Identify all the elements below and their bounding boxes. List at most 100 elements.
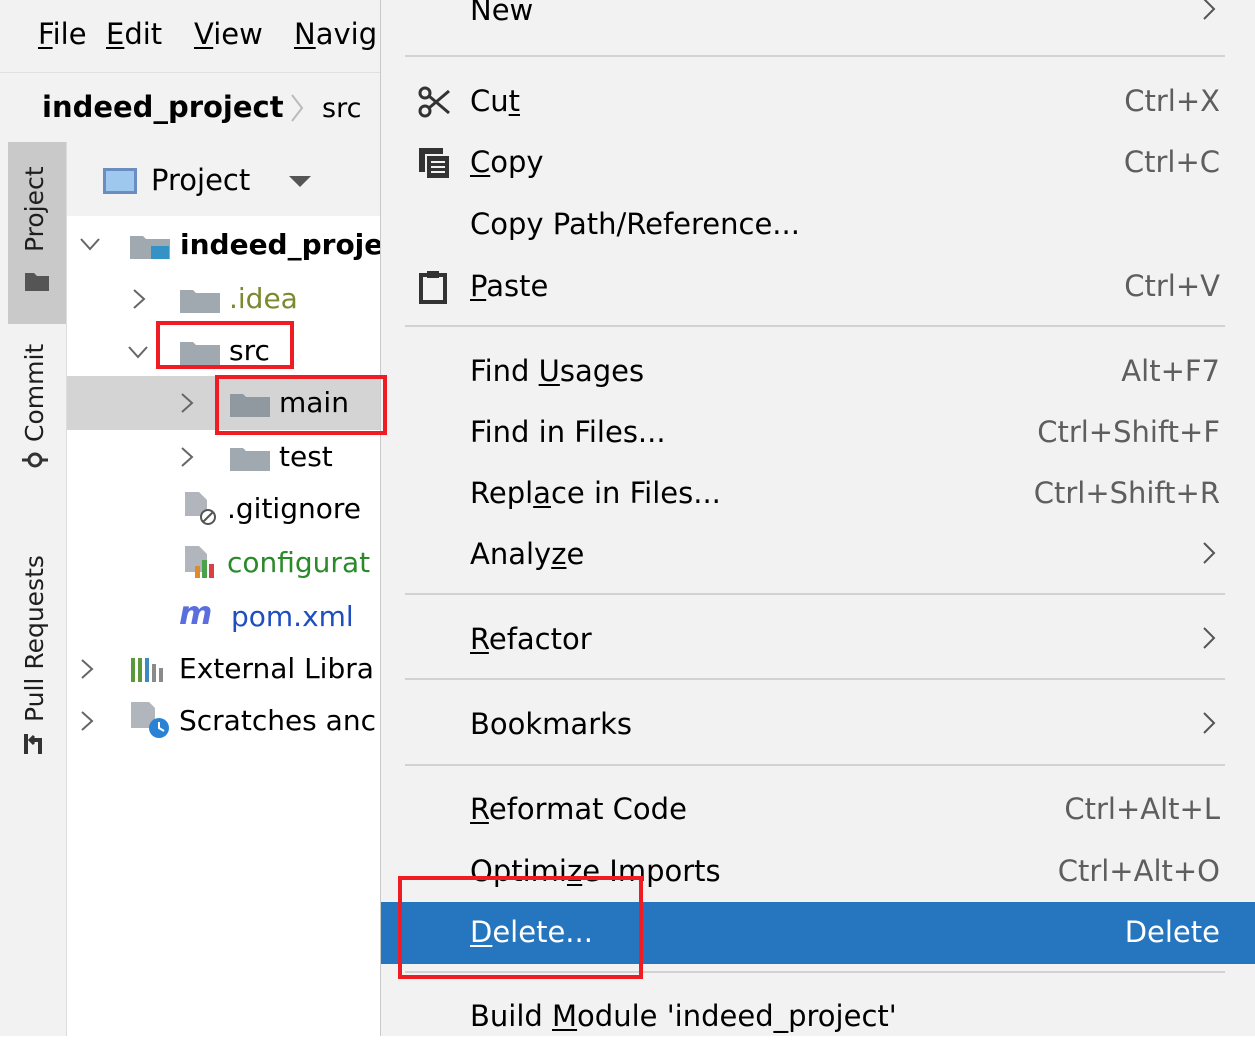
tree-row-scratches[interactable]: Scratches anc [67, 694, 380, 748]
menu-separator [405, 593, 1225, 595]
breadcrumb-project[interactable]: indeed_project [42, 87, 284, 127]
menu-item-bookmarks-label: Bookmarks [470, 707, 633, 741]
breadcrumb-src[interactable]: src [322, 89, 361, 129]
tree-label-root: indeed_proje [180, 228, 380, 261]
submenu-arrow-icon [1203, 0, 1216, 20]
tree-label-pom: pom.xml [231, 600, 354, 633]
menu-item-cut[interactable]: Cut Ctrl+X [381, 71, 1255, 133]
menu-item-copy-shortcut: Ctrl+C [1123, 145, 1220, 179]
tree-label-test: test [279, 440, 333, 473]
tool-window-project-tab[interactable]: Project [8, 142, 66, 324]
menu-item-replace-in-files[interactable]: Replace in Files... Ctrl+Shift+R [381, 463, 1255, 525]
tree-row-configuration[interactable]: configurat [67, 536, 380, 590]
menu-item-reformat-code[interactable]: Reformat Code Ctrl+Alt+L [381, 779, 1255, 841]
scratches-icon [131, 702, 169, 738]
chevron-down-icon[interactable] [127, 344, 149, 360]
tree-label-main: main [279, 386, 349, 419]
menu-item-optimize-imports-label: Optimize Imports [470, 854, 721, 888]
project-panel-header: Project [67, 142, 380, 216]
menu-item-cut-shortcut: Ctrl+X [1124, 84, 1220, 118]
module-folder-icon [130, 236, 170, 259]
menu-item-new[interactable]: New [381, 0, 1255, 42]
context-menu: New Cut Ctrl+X Copy Ctrl+C Copy Path/Ref… [380, 0, 1255, 1036]
menu-item-find-in-files-shortcut: Ctrl+Shift+F [1037, 415, 1220, 449]
menu-item-find-usages[interactable]: Find Usages Alt+F7 [381, 341, 1255, 403]
folder-icon [25, 273, 49, 291]
menu-item-copy-path-label: Copy Path/Reference... [470, 207, 800, 241]
menu-item-paste-shortcut: Ctrl+V [1124, 269, 1220, 303]
tree-label-gitignore: .gitignore [227, 492, 361, 525]
breadcrumb-separator-icon [291, 94, 304, 122]
menu-item-delete[interactable]: Delete... Delete [381, 902, 1255, 964]
menu-file[interactable]: File [38, 16, 87, 52]
tool-window-pull-requests-label: Pull Requests [20, 555, 49, 722]
menu-separator [405, 55, 1225, 57]
tree-row-gitignore[interactable]: .gitignore [67, 482, 380, 536]
menu-item-copy[interactable]: Copy Ctrl+C [381, 132, 1255, 194]
menu-separator [405, 764, 1225, 766]
svg-text:m: m [179, 596, 212, 630]
folder-icon [230, 394, 270, 417]
tree-label-external-libraries: External Libra [179, 652, 374, 685]
tree-label-scratches: Scratches anc [179, 704, 376, 737]
menu-separator [405, 678, 1225, 680]
menu-item-new-label: New [470, 0, 534, 27]
menu-view[interactable]: View [194, 16, 263, 52]
chevron-right-icon[interactable] [179, 446, 195, 468]
dropdown-caret-icon[interactable] [289, 176, 311, 187]
chevron-right-icon[interactable] [179, 392, 195, 414]
tree-row-test[interactable]: test [67, 430, 380, 484]
tree-row-pom[interactable]: m pom.xml [67, 590, 380, 644]
submenu-arrow-icon [1203, 542, 1216, 564]
menu-item-reformat-code-shortcut: Ctrl+Alt+L [1064, 792, 1220, 826]
chevron-right-icon[interactable] [131, 288, 147, 310]
menu-item-find-in-files[interactable]: Find in Files... Ctrl+Shift+F [381, 402, 1255, 464]
menu-item-copy-label: Copy [470, 145, 544, 179]
menu-item-delete-shortcut: Delete [1124, 915, 1220, 949]
tree-row-root[interactable]: indeed_proje [67, 218, 380, 272]
project-view-icon [103, 168, 137, 194]
tree-row-main[interactable]: main [67, 376, 380, 430]
library-icon [131, 658, 163, 682]
menu-separator [405, 971, 1225, 973]
left-tool-strip: Project Commit Pull Requests [0, 142, 67, 1036]
breadcrumb: indeed_project src [0, 72, 380, 143]
tool-window-pull-requests-tab[interactable]: Pull Requests [0, 555, 66, 762]
menu-item-bookmarks[interactable]: Bookmarks [381, 694, 1255, 756]
chevron-down-icon[interactable] [79, 236, 101, 252]
tree-label-idea: .idea [229, 282, 298, 315]
folder-icon [180, 342, 220, 365]
chevron-right-icon[interactable] [79, 710, 95, 732]
tree-row-external-libraries[interactable]: External Libra [67, 642, 380, 696]
menu-item-optimize-imports-shortcut: Ctrl+Alt+O [1057, 854, 1220, 888]
tree-label-src: src [229, 334, 270, 367]
menu-item-paste[interactable]: Paste Ctrl+V [381, 256, 1255, 318]
folder-icon [180, 290, 220, 313]
menu-item-refactor-label: Refactor [470, 622, 592, 656]
project-view-title[interactable]: Project [151, 160, 250, 200]
tree-row-src[interactable]: src [67, 324, 380, 378]
menu-item-replace-in-files-label: Replace in Files... [470, 476, 721, 510]
menu-item-optimize-imports[interactable]: Optimize Imports Ctrl+Alt+O [381, 841, 1255, 903]
tool-window-commit-label: Commit [20, 343, 49, 442]
menu-item-build-module[interactable]: Build Module 'indeed_project' [381, 986, 1255, 1048]
config-file-icon [185, 546, 214, 578]
folder-icon [230, 448, 270, 471]
menu-navigate[interactable]: Navig [294, 16, 377, 52]
menu-item-analyze-label: Analyze [470, 537, 585, 571]
submenu-arrow-icon [1203, 627, 1216, 649]
menu-item-analyze[interactable]: Analyze [381, 524, 1255, 586]
menu-item-delete-label: Delete... [470, 915, 593, 949]
project-tool-window: Project indeed_proje .idea src main test… [67, 142, 380, 1036]
scissors-icon [418, 86, 450, 118]
menu-edit[interactable]: Edit [106, 16, 162, 52]
chevron-right-icon[interactable] [79, 658, 95, 680]
menu-item-reformat-code-label: Reformat Code [470, 792, 687, 826]
copy-icon [419, 148, 449, 178]
menu-item-refactor[interactable]: Refactor [381, 609, 1255, 671]
tool-window-commit-tab[interactable]: Commit [0, 338, 66, 478]
menu-item-paste-label: Paste [470, 269, 549, 303]
tree-row-idea[interactable]: .idea [67, 272, 380, 326]
menu-item-cut-label: Cut [470, 84, 521, 118]
menu-item-copy-path[interactable]: Copy Path/Reference... [381, 194, 1255, 256]
